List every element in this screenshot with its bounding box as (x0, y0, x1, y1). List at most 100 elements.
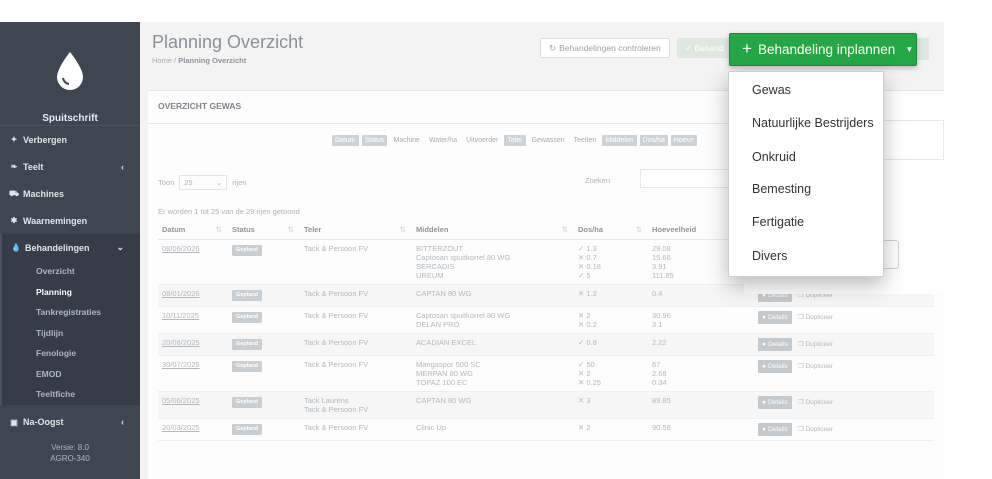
cell-date[interactable]: 30/07/2025 (158, 355, 228, 392)
table-row[interactable]: 20/08/2025 Gepland Tack & Persoon FV ACADIA… (158, 333, 934, 356)
column-toggle-teelten[interactable]: Teelten (571, 135, 600, 146)
cell-status: Gepland (228, 355, 300, 392)
cell-middelen-line: CAPTAN 80 WG (416, 395, 472, 405)
col-header-datum[interactable]: Datum ⇅ (158, 221, 228, 240)
column-toggle-machine[interactable]: Machine (390, 135, 422, 146)
cell-date[interactable]: 20/08/2025 (158, 333, 228, 356)
cell-date[interactable]: 10/11/2025 (158, 306, 228, 334)
table-row[interactable]: 30/07/2025 Gepland Tack & Persoon FV Mangas… (158, 355, 934, 392)
sidebar: Spuitschrift ✦ Verbergen ❧ Teelt ‹ ⛟ Machine… (0, 22, 140, 479)
sidebar-sub-fenologie[interactable]: Fenologie (2, 343, 140, 364)
sidebar-item-na-oogst[interactable]: ▣ Na-Oogst ‹ (0, 409, 140, 436)
menu-item-bemesting[interactable]: Bemesting (752, 182, 811, 196)
table-row[interactable]: 20/03/2025 Gepland Tack & Persoon FV Clinic… (158, 418, 934, 441)
column-toggle-status[interactable]: Status (361, 135, 388, 146)
page-margin (944, 0, 992, 479)
sidebar-sub-emod[interactable]: EMOD (2, 364, 140, 385)
cell-actions: ● Details ❐ Dupliceer (754, 391, 934, 419)
info-icon: ● (762, 340, 766, 348)
details-label: Details (767, 398, 788, 406)
col-header-middelen[interactable]: Middelen ⇅ (412, 221, 574, 240)
duplicate-button[interactable]: ❐ Dupliceer (798, 425, 833, 434)
details-button[interactable]: ● Details (758, 395, 792, 409)
details-button[interactable]: ● Details (758, 310, 792, 324)
button-edge (917, 38, 929, 60)
table-row[interactable]: 10/11/2025 Gepland Tack & Persoon FV Captos… (158, 306, 934, 334)
cell-status: Gepland (228, 239, 300, 285)
planned-button[interactable]: ✓ Behand (677, 38, 737, 58)
info-icon: ● (762, 398, 766, 406)
table-row[interactable]: 05/06/2025 Gepland Tack Laurens Tack & Pers… (158, 391, 934, 419)
caret-down-icon: ▼ (905, 45, 914, 54)
duplicate-button[interactable]: ❐ Dupliceer (798, 362, 833, 371)
row-actions: ● Details ❐ Dupliceer (758, 359, 930, 373)
menu-item-divers[interactable]: Divers (752, 249, 787, 263)
status-badge: Gepland (232, 423, 263, 435)
column-toggle-gewassen[interactable]: Gewassen (529, 135, 568, 146)
cell-date[interactable]: 05/06/2025 (158, 391, 228, 419)
cell-hoeveelheid: 0.4 (648, 284, 754, 307)
page-size-select[interactable]: 25 ⌄ (179, 175, 228, 190)
column-toggle-water[interactable]: Water/ha (426, 135, 460, 146)
col-header-dos[interactable]: Dos/ha ⇅ (574, 221, 648, 240)
breadcrumb: Home / Planning Overzicht (152, 56, 246, 65)
cell-dos-line: ✕ 0.25 (578, 377, 601, 387)
schedule-treatment-label: Behandeling inplannen (757, 42, 896, 57)
cell-middelen-line: DELAN PRO (416, 319, 460, 329)
sidebar-item-behandelingen[interactable]: 💧 Behandelingen ⌄ (2, 234, 140, 261)
column-toggle-middelen[interactable]: Middelen (602, 135, 637, 146)
column-toggle-group: Datum Status Machine Water/ha Uitvoerder… (332, 135, 698, 146)
column-toggle-teler[interactable]: Teler (504, 135, 526, 146)
cell-teler: Tack & Persoon FV (300, 306, 412, 334)
sidebar-sub-planning[interactable]: Planning (2, 282, 140, 303)
version-label: Versie: 8.0 (51, 442, 89, 452)
cell-date[interactable]: 20/03/2025 (158, 418, 228, 441)
menu-item-fertigatie[interactable]: Fertigatie (752, 215, 804, 229)
details-button[interactable]: ● Details (758, 359, 792, 373)
col-header-status[interactable]: Status ⇅ (228, 221, 300, 240)
cell-middelen-line: UREUM (416, 270, 444, 280)
cell-date[interactable]: 08/06/2026 (158, 239, 228, 285)
row-actions: ● Details ❐ Dupliceer (758, 337, 930, 351)
sidebar-item-waarnemingen[interactable]: ✱ Waarnemingen (0, 207, 140, 234)
cell-hoeveelheid-line: 2.22 (652, 337, 667, 347)
cell-teler: Tack Laurens Tack & Persoon FV (300, 391, 412, 419)
schedule-treatment-button[interactable]: + Behandeling inplannen ▼ (729, 33, 917, 66)
status-badge: Gepland (232, 396, 263, 408)
search-input[interactable] (640, 169, 730, 188)
breadcrumb-separator: / (174, 56, 177, 65)
menu-item-natuurlijke-bestrijders[interactable]: Natuurlijke Bestrijders (752, 116, 874, 130)
cell-dos: ✕ 2 ✕ 0.2 (574, 306, 648, 334)
column-toggle-hoeveelheid[interactable]: Hoeve (670, 135, 698, 146)
sidebar-sub-tijdlijn[interactable]: Tijdlijn (2, 323, 140, 344)
cell-middelen-line: Mangaspor 500 SC (416, 359, 481, 369)
info-icon: ● (762, 425, 766, 433)
sidebar-item-verbergen[interactable]: ✦ Verbergen (0, 126, 140, 153)
details-button[interactable]: ● Details (758, 337, 792, 351)
cell-hoeveelheid-line: 2.68 (652, 368, 667, 378)
check-treatments-button[interactable]: ↻ Behandelingen controleren (540, 38, 670, 58)
sidebar-item-machines[interactable]: ⛟ Machines (0, 180, 140, 207)
sidebar-item-teelt[interactable]: ❧ Teelt ‹ (0, 153, 140, 180)
cell-date[interactable]: 08/01/2026 (158, 284, 228, 307)
sidebar-group-behandelingen: 💧 Behandelingen ⌄ Overzicht Planning Tankr… (0, 234, 140, 405)
column-toggle-datum[interactable]: Datum (332, 135, 359, 146)
rows-label: rijen (232, 178, 247, 187)
breadcrumb-home[interactable]: Home (152, 56, 172, 65)
menu-item-onkruid[interactable]: Onkruid (752, 150, 796, 164)
duplicate-button[interactable]: ❐ Dupliceer (798, 313, 833, 322)
menu-item-gewas[interactable]: Gewas (752, 83, 791, 97)
status-badge: Gepland (232, 311, 263, 323)
details-button[interactable]: ● Details (758, 422, 792, 436)
cell-hoeveelheid-line: 3.1 (652, 319, 663, 329)
sidebar-sub-overzicht[interactable]: Overzicht (2, 261, 140, 282)
column-toggle-dos[interactable]: Dos/ha (639, 135, 668, 146)
duplicate-button[interactable]: ❐ Dupliceer (798, 398, 833, 407)
col-header-teler[interactable]: Teler ⇅ (300, 221, 412, 240)
sidebar-sub-teeltfiche[interactable]: Teeltfiche (2, 384, 140, 405)
sidebar-sub-tankregistraties[interactable]: Tankregistraties (2, 302, 140, 323)
column-toggle-uitvoerder[interactable]: Uitvoerder (463, 135, 501, 146)
status-badge: Gepland (232, 244, 263, 256)
duplicate-button[interactable]: ❐ Dupliceer (798, 340, 833, 349)
cell-hoeveelheid-line: 67 (652, 359, 661, 369)
